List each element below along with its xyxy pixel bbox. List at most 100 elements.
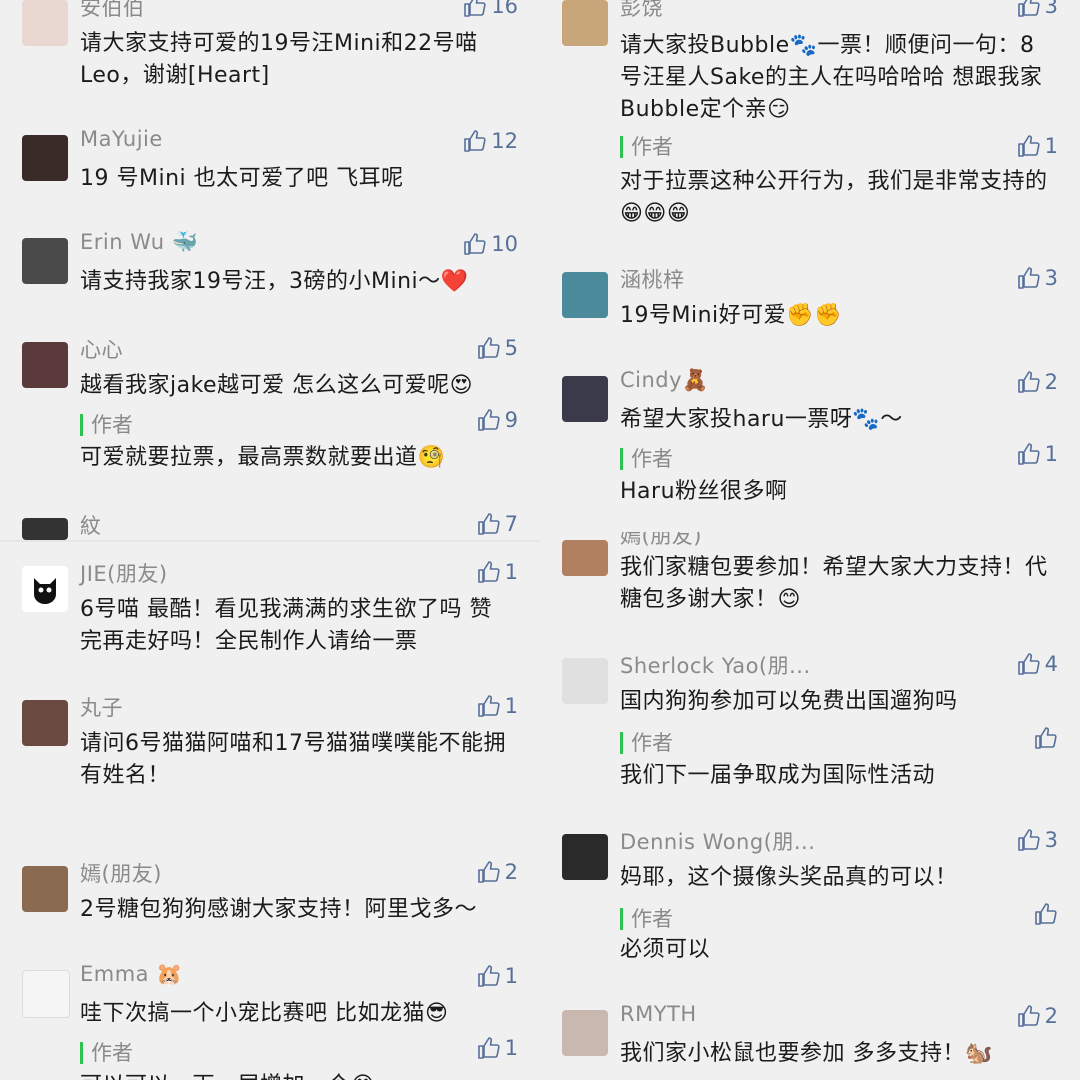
comment-author[interactable]: 嫣(朋友)	[620, 532, 702, 550]
like-button[interactable]: 2	[1017, 1004, 1058, 1028]
reply-text: Haru粉丝很多啊	[620, 479, 788, 504]
avatar[interactable]	[22, 518, 68, 540]
reply-like-button[interactable]	[1034, 726, 1058, 750]
thumbs-up-icon	[464, 130, 486, 152]
reply-like-button[interactable]: 1	[1017, 134, 1058, 158]
thumbs-up-icon	[477, 1037, 500, 1059]
comment-text: 希望大家投haru一票呀🐾～	[620, 407, 903, 432]
reply-like-button[interactable]: 1	[1017, 442, 1058, 466]
like-button[interactable]: 3	[1017, 266, 1058, 290]
author-reply-label: 作者	[80, 1042, 133, 1064]
avatar[interactable]	[562, 272, 608, 318]
comment-author[interactable]: 心心	[80, 334, 123, 364]
reply-like-button[interactable]: 1	[477, 1036, 518, 1060]
thumbs-up-icon	[1035, 903, 1057, 925]
like-button[interactable]: 2	[477, 860, 518, 884]
comment-text: 19号Mini好可爱✊✊	[620, 303, 842, 328]
thumbs-up-icon	[477, 861, 500, 883]
comment-text: 妈耶，这个摄像头奖品真的可以！	[620, 865, 958, 890]
comment-text: 哇下次搞一个小宠比赛吧 比如龙猫😎	[80, 1001, 449, 1026]
like-button[interactable]: 5	[477, 336, 518, 360]
comment-author[interactable]: RMYTH	[620, 1002, 697, 1026]
thumbs-up-icon	[1017, 443, 1040, 465]
thumbs-up-icon	[1017, 1005, 1040, 1027]
comment-text: 6号喵 最酷！看见我满满的求生欲了吗 赞完再走好吗！全民制作人请给一票	[80, 597, 492, 654]
like-button[interactable]: 10	[463, 232, 518, 256]
comment-author[interactable]: Sherlock Yao(朋...	[620, 650, 811, 680]
comment-author[interactable]: Erin Wu 🐳	[80, 230, 198, 255]
like-button[interactable]: 4	[1017, 652, 1058, 676]
like-count: 2	[1044, 1004, 1058, 1028]
avatar[interactable]	[562, 834, 608, 880]
reply-text: 必须可以	[620, 937, 711, 962]
avatar[interactable]	[22, 238, 68, 284]
like-button[interactable]: 3	[1017, 0, 1058, 18]
avatar[interactable]	[22, 0, 68, 46]
comment-author[interactable]: 丸子	[80, 692, 123, 722]
avatar[interactable]	[562, 658, 608, 704]
like-count: 2	[504, 860, 518, 884]
like-count: 16	[491, 0, 518, 18]
avatar[interactable]	[22, 135, 68, 181]
avatar[interactable]	[22, 342, 68, 388]
like-count: 3	[1044, 266, 1058, 290]
thumbs-up-icon	[1017, 267, 1040, 289]
like-button[interactable]: 16	[463, 0, 518, 18]
right-comment-column: 彭饶 3 请大家投Bubble🐾一票！顺便问一句：8号汪星人Sake的主人在吗哈…	[540, 0, 1080, 1080]
comment-author[interactable]: Cindy🧸	[620, 368, 709, 393]
like-button[interactable]: 2	[1017, 370, 1058, 394]
like-count: 1	[504, 694, 518, 718]
thumbs-up-icon	[477, 337, 500, 359]
comment-text: 我们家糖包要参加！希望大家大力支持！代糖包多谢大家！😊	[620, 555, 1048, 612]
comment-text: 请大家支持可爱的19号汪Mini和22号喵Leo，谢谢[Heart]	[80, 31, 478, 88]
avatar[interactable]	[22, 866, 68, 912]
thumbs-up-icon	[477, 695, 500, 717]
thumbs-up-icon	[1017, 0, 1040, 17]
avatar[interactable]	[562, 1010, 608, 1056]
author-reply-label: 作者	[620, 448, 673, 470]
reply-text: 我们下一届争取成为国际性活动	[620, 763, 936, 788]
comment-author[interactable]: 彭饶	[620, 0, 663, 22]
like-count: 5	[504, 336, 518, 360]
thumbs-up-icon	[477, 965, 500, 987]
comment-text: 我们家小松鼠也要参加 多多支持！🐿️	[620, 1041, 993, 1066]
like-button[interactable]: 3	[1017, 828, 1058, 852]
avatar[interactable]	[562, 540, 608, 576]
comment-author[interactable]: MaYujie	[80, 127, 163, 151]
comment-text: 越看我家jake越可爱 怎么这么可爱呢😍	[80, 373, 474, 398]
comment-author[interactable]: 涵桃梓	[620, 264, 685, 294]
like-button[interactable]: 1	[477, 964, 518, 988]
thumbs-up-icon	[1017, 135, 1040, 157]
like-button[interactable]: 1	[477, 694, 518, 718]
comment-text: 请支持我家19号汪，3磅的小Mini～❤️	[80, 269, 469, 294]
comment-author[interactable]: 安伯伯	[80, 0, 145, 22]
divider	[0, 540, 540, 542]
author-reply-label: 作者	[620, 136, 673, 158]
like-count: 10	[491, 232, 518, 256]
reply-text: 可以可以，下一届增加一个😂	[80, 1070, 510, 1080]
like-button[interactable]: 12	[463, 129, 518, 153]
avatar[interactable]	[22, 970, 70, 1018]
like-count: 2	[1044, 370, 1058, 394]
comment-text: 19 号Mini 也太可爱了吧 飞耳呢	[80, 166, 404, 191]
avatar[interactable]	[562, 376, 608, 422]
like-button[interactable]: 1	[477, 560, 518, 584]
like-button[interactable]: 7	[477, 512, 518, 536]
comment-author[interactable]: JIE(朋友)	[80, 558, 168, 588]
cat-icon	[34, 578, 56, 604]
comment-author[interactable]: Emma 🐹	[80, 962, 183, 987]
reply-like-button[interactable]: 9	[477, 408, 518, 432]
thumbs-up-icon	[477, 561, 500, 583]
thumbs-up-icon	[477, 409, 500, 431]
left-comment-column: 安伯伯 16 请大家支持可爱的19号汪Mini和22号喵Leo，谢谢[Heart…	[0, 0, 540, 1080]
like-count: 1	[504, 1036, 518, 1060]
comment-author[interactable]: 嫣(朋友)	[80, 858, 162, 888]
like-count: 3	[1044, 0, 1058, 18]
like-count: 4	[1044, 652, 1058, 676]
comment-author[interactable]: 紋	[80, 510, 102, 540]
reply-like-button[interactable]	[1034, 902, 1058, 926]
avatar[interactable]	[22, 566, 68, 612]
avatar[interactable]	[22, 700, 68, 746]
avatar[interactable]	[562, 0, 608, 46]
comment-author[interactable]: Dennis Wong(朋...	[620, 826, 815, 856]
